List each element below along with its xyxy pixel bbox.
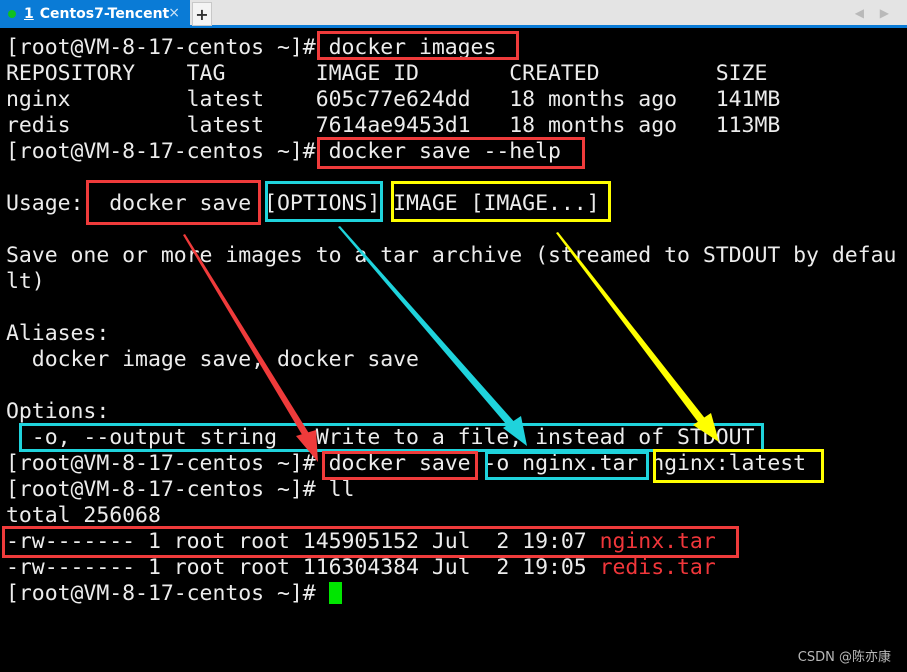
tab-scroll-arrows[interactable]: ◀ ▶ — [855, 6, 895, 20]
command-text: docker save --help — [328, 139, 561, 164]
close-tab-icon[interactable]: × — [168, 5, 180, 21]
terminal-output-line: lt) — [6, 269, 45, 294]
new-tab-button[interactable]: + — [192, 2, 212, 26]
terminal-command-line: [root@VM-8-17-centos ~]# ll — [6, 477, 354, 503]
shell-prompt: [root@VM-8-17-centos ~]# — [6, 581, 329, 606]
connection-status-icon — [8, 10, 16, 18]
terminal-output-line: nginx latest 605c77e624dd 18 months ago … — [6, 87, 781, 112]
file-listing-row: -rw------- 1 root root 145905152 Jul 2 1… — [6, 529, 716, 555]
terminal-output-line: -o, --output string Write to a file, ins… — [6, 425, 755, 450]
command-text: docker save -o nginx.tar nginx:latest — [328, 451, 807, 476]
file-attributes: -rw------- 1 root root 116304384 Jul 2 1… — [6, 555, 600, 580]
terminal-command-line: [root@VM-8-17-centos ~]# docker save -o … — [6, 451, 806, 477]
terminal-output-line: REPOSITORY TAG IMAGE ID CREATED SIZE — [6, 61, 768, 86]
terminal-output-line: docker image save, docker save — [6, 347, 419, 372]
archive-filename: redis.tar — [599, 555, 716, 580]
tab-centos7-tencent[interactable]: 1 Centos7-Tencent × — [0, 0, 190, 28]
tab-title: Centos7-Tencent — [39, 6, 170, 22]
terminal-output-line: total 256068 — [6, 503, 161, 528]
terminal-command-line: [root@VM-8-17-centos ~]# — [6, 581, 342, 607]
terminal-cursor[interactable] — [328, 581, 342, 604]
tab-number: 1 — [24, 6, 34, 22]
file-attributes: -rw------- 1 root root 145905152 Jul 2 1… — [6, 529, 600, 554]
tab-bar: 1 Centos7-Tencent × + ◀ ▶ — [0, 0, 907, 28]
terminal-output-line: Save one or more images to a tar archive… — [6, 243, 897, 268]
command-text: docker images — [328, 35, 497, 60]
shell-prompt: [root@VM-8-17-centos ~]# — [6, 451, 329, 476]
file-listing-row: -rw------- 1 root root 116304384 Jul 2 1… — [6, 555, 716, 581]
terminal-output-line: Usage: docker save [OPTIONS] IMAGE [IMAG… — [6, 191, 600, 216]
archive-filename: nginx.tar — [599, 529, 716, 554]
terminal-output-line: Options: — [6, 399, 110, 424]
command-text: ll — [328, 477, 355, 502]
terminal-output-line: Aliases: — [6, 321, 110, 346]
watermark: CSDN @陈亦康 — [797, 650, 891, 665]
shell-prompt: [root@VM-8-17-centos ~]# — [6, 35, 329, 60]
terminal-command-line: [root@VM-8-17-centos ~]# docker save --h… — [6, 139, 561, 165]
terminal-command-line: [root@VM-8-17-centos ~]# docker images — [6, 35, 496, 61]
shell-prompt: [root@VM-8-17-centos ~]# — [6, 139, 329, 164]
terminal-output-line: redis latest 7614ae9453d1 18 months ago … — [6, 113, 781, 138]
shell-prompt: [root@VM-8-17-centos ~]# — [6, 477, 329, 502]
